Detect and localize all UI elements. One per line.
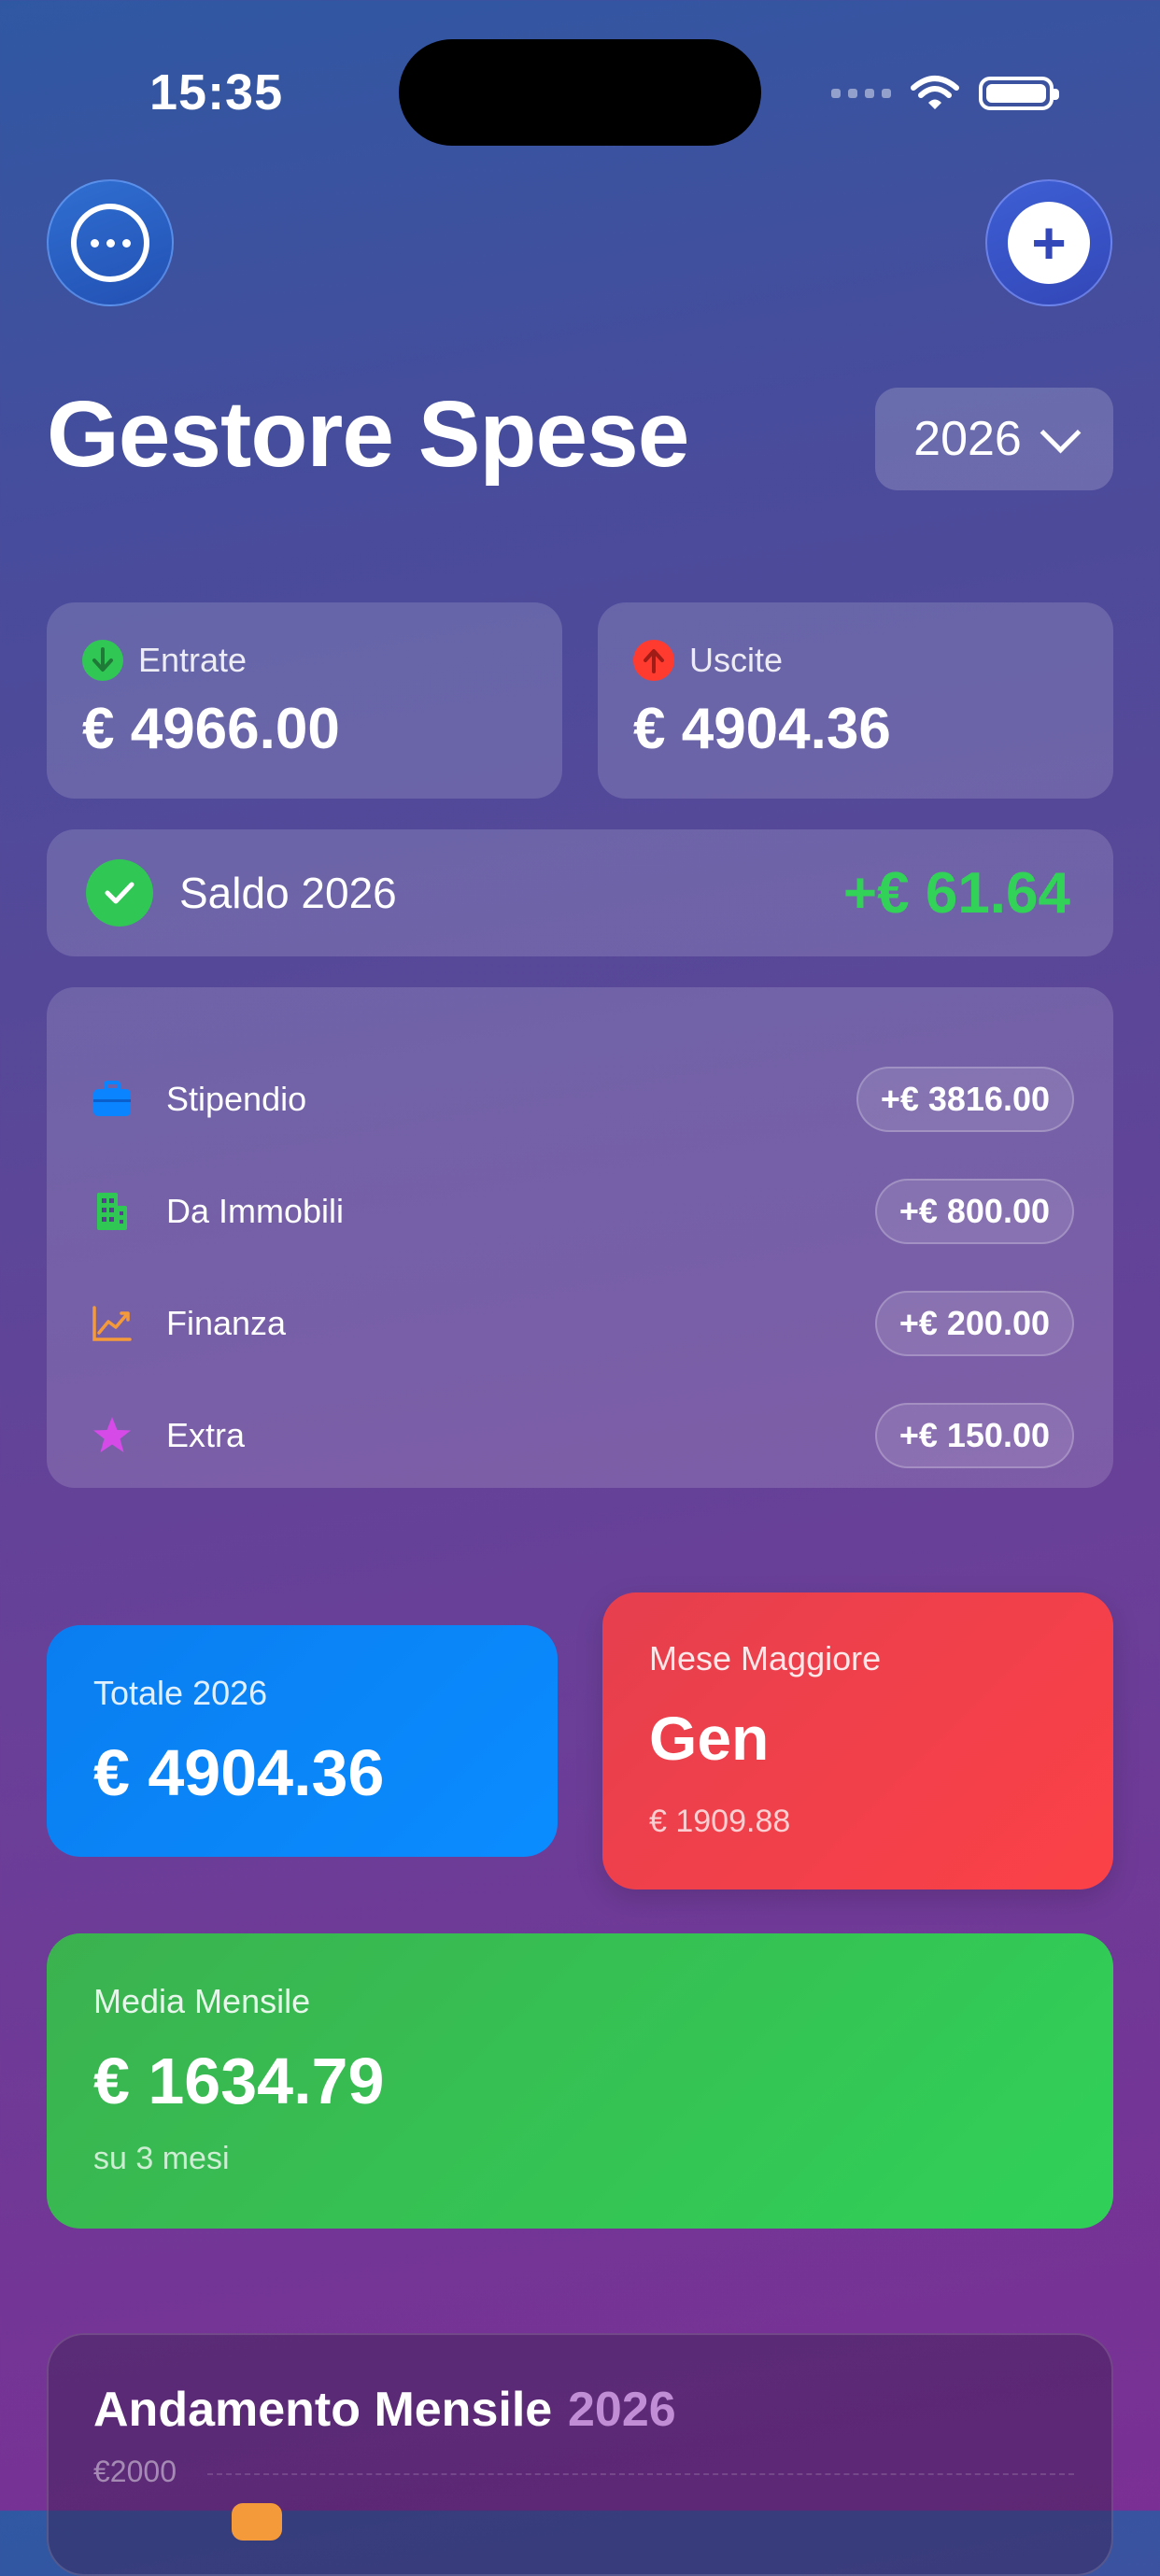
expenses-value: € 4904.36 — [633, 697, 891, 761]
source-amount-badge: +€ 200.00 — [874, 1291, 1074, 1356]
total-label: Totale 2026 — [93, 1674, 268, 1712]
building-icon — [92, 1191, 133, 1232]
balance-value: +€ 61.64 — [842, 860, 1070, 926]
monthly-trend-card: Andamento Mensile 2026 €2000 — [47, 2333, 1113, 2576]
average-value: € 1634.79 — [93, 2045, 385, 2117]
list-item[interactable]: Extra +€ 150.00 — [92, 1402, 1074, 1469]
max-month-amount: € 1909.88 — [649, 1804, 791, 1839]
arrow-down-circle-icon — [82, 640, 123, 681]
chart-line-icon — [92, 1303, 133, 1344]
cellular-signal-icon — [831, 89, 891, 98]
wifi-icon — [911, 76, 959, 109]
dynamic-island — [399, 39, 761, 146]
income-value: € 4966.00 — [82, 697, 340, 761]
y-axis-tick: €2000 — [93, 2455, 177, 2488]
ellipsis-icon — [71, 204, 149, 282]
source-label: Da Immobili — [166, 1192, 345, 1230]
status-time: 15:35 — [149, 64, 284, 120]
balance-card[interactable]: Saldo 2026 +€ 61.64 — [47, 829, 1113, 956]
chart-bar — [232, 2503, 282, 2541]
checkmark-seal-icon — [92, 865, 148, 921]
status-icons — [831, 67, 1059, 120]
balance-label: Saldo 2026 — [179, 869, 397, 917]
battery-icon — [979, 77, 1059, 110]
list-item[interactable]: Finanza +€ 200.00 — [92, 1290, 1074, 1357]
average-label: Media Mensile — [93, 1982, 311, 2020]
income-sources-list: Stipendio +€ 3816.00 Da Immobili +€ 800.… — [47, 987, 1113, 1488]
chevron-down-icon — [1040, 412, 1082, 453]
income-label: Entrate — [138, 641, 248, 679]
arrow-up-circle-icon — [633, 640, 674, 681]
source-amount-badge: +€ 3816.00 — [856, 1067, 1074, 1132]
total-year-card[interactable]: Totale 2026 € 4904.36 — [47, 1625, 558, 1857]
expenses-card[interactable]: Uscite € 4904.36 — [598, 602, 1113, 799]
grid-line — [207, 2473, 1074, 2475]
source-label: Extra — [166, 1416, 246, 1454]
year-selector-value: 2026 — [913, 412, 1022, 466]
monthly-average-card[interactable]: Media Mensile € 1634.79 su 3 mesi — [47, 1933, 1113, 2229]
total-value: € 4904.36 — [93, 1736, 385, 1809]
max-month-value: Gen — [649, 1704, 770, 1773]
trend-title: Andamento Mensile — [93, 2383, 553, 2437]
list-item[interactable]: Da Immobili +€ 800.00 — [92, 1178, 1074, 1245]
add-expense-button[interactable]: + — [985, 179, 1112, 306]
max-month-card[interactable]: Mese Maggiore Gen € 1909.88 — [602, 1592, 1113, 1890]
source-label: Stipendio — [166, 1080, 307, 1118]
max-month-label: Mese Maggiore — [649, 1639, 882, 1677]
page-title: Gestore Spese — [47, 382, 689, 487]
briefcase-icon — [92, 1079, 133, 1120]
plus-icon: + — [1008, 202, 1090, 284]
year-selector[interactable]: 2026 — [875, 388, 1113, 490]
average-subtitle: su 3 mesi — [93, 2141, 230, 2176]
source-amount-badge: +€ 150.00 — [874, 1403, 1074, 1468]
list-item[interactable]: Stipendio +€ 3816.00 — [92, 1066, 1074, 1133]
more-options-button[interactable] — [47, 179, 174, 306]
star-icon — [92, 1415, 133, 1456]
expenses-label: Uscite — [689, 641, 784, 679]
trend-year: 2026 — [568, 2383, 676, 2437]
source-amount-badge: +€ 800.00 — [874, 1179, 1074, 1244]
source-label: Finanza — [166, 1304, 287, 1342]
income-card[interactable]: Entrate € 4966.00 — [47, 602, 562, 799]
